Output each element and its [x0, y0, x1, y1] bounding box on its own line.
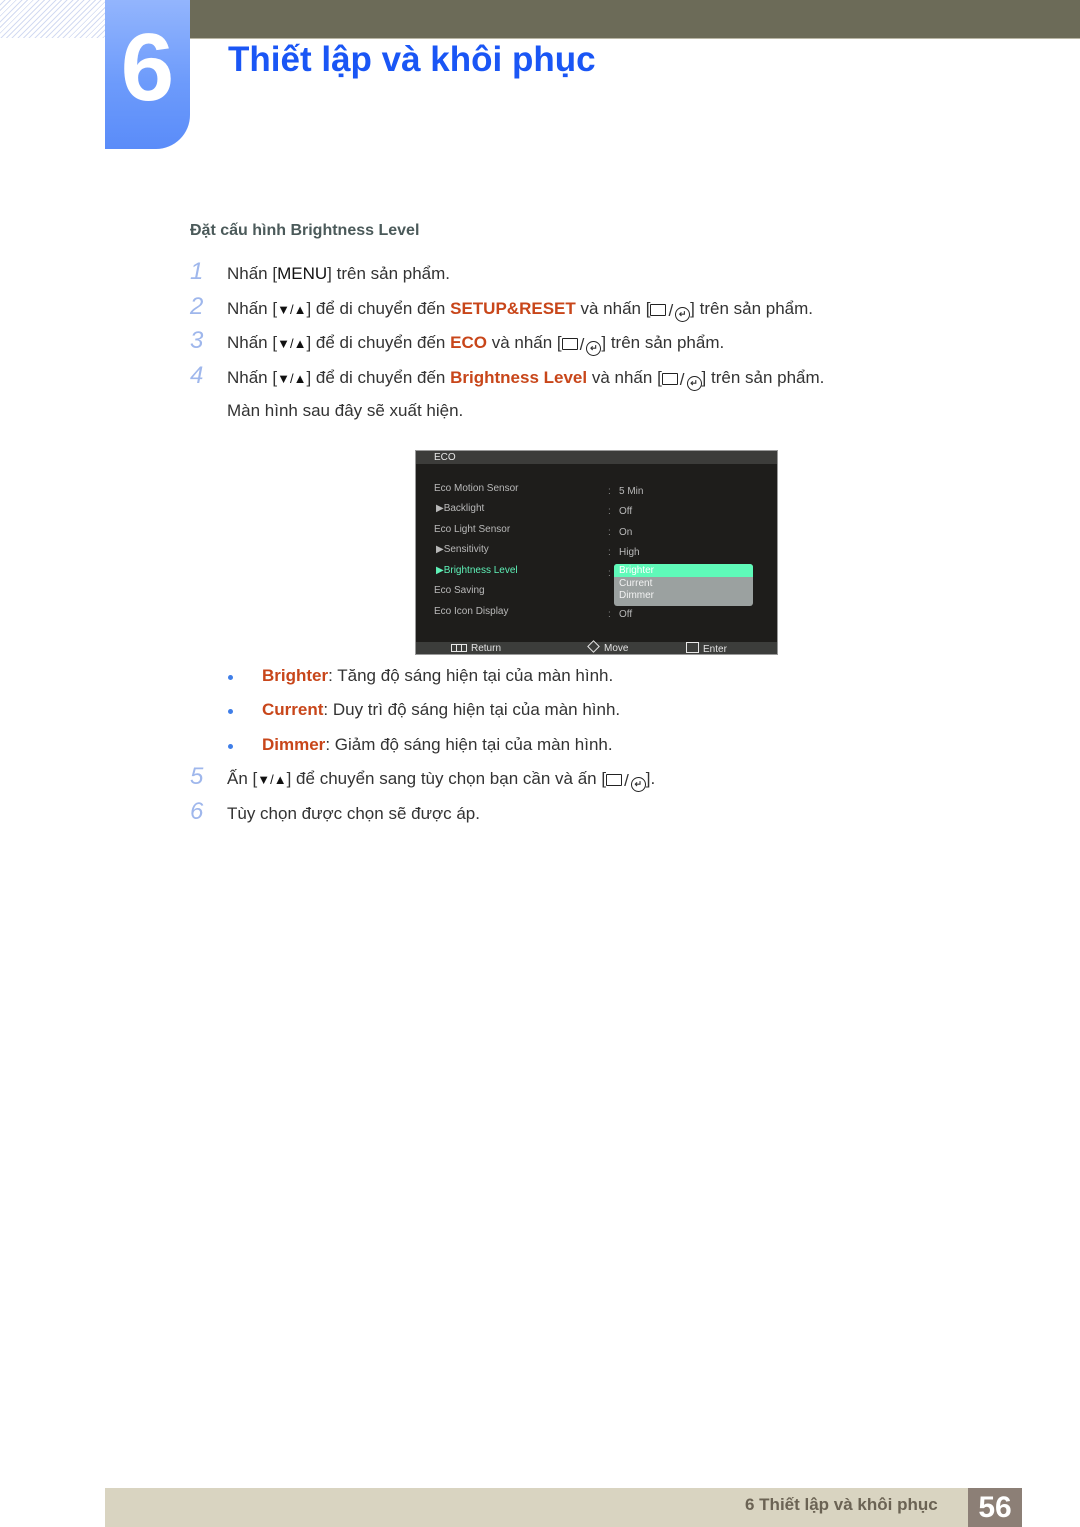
page-number: 56 — [968, 1488, 1022, 1527]
dropdown-option-current[interactable]: Current — [614, 577, 753, 590]
return-icon — [451, 644, 467, 652]
osd-value: : High — [608, 547, 640, 558]
step-text: Nhấn [▼/▲] để di chuyển đến Brightness L… — [227, 368, 825, 391]
up-down-arrow-icon: ▼/▲ — [277, 371, 307, 386]
step-number: 1 — [190, 258, 204, 285]
dropdown-option-brighter[interactable]: Brighter — [614, 564, 753, 577]
play-arrow-icon: ▶ — [436, 503, 444, 514]
top-bar — [190, 0, 1080, 39]
bullet-icon — [228, 709, 233, 714]
step-text: Tùy chọn được chọn sẽ được áp. — [227, 804, 480, 823]
osd-item-backlight[interactable]: ▶Backlight — [436, 503, 484, 514]
source-enter-icon: / ↵ — [650, 301, 691, 322]
osd-item-eco-motion-sensor[interactable]: Eco Motion Sensor — [434, 483, 519, 494]
osd-item-eco-icon-display[interactable]: Eco Icon Display — [434, 606, 508, 617]
osd-value: : On — [608, 527, 633, 538]
bullet-icon — [228, 675, 233, 680]
osd-item-eco-light-sensor[interactable]: Eco Light Sensor — [434, 524, 510, 535]
step-text: Ấn [▼/▲] để chuyển sang tùy chọn bạn cần… — [227, 769, 656, 792]
highlight-target: Brightness Level — [450, 368, 588, 387]
enter-icon — [686, 642, 699, 653]
chapter-number-tab: 6 — [105, 0, 190, 149]
source-enter-icon: / ↵ — [661, 370, 702, 391]
step-text: Nhấn [MENU] trên sản phẩm. — [227, 264, 450, 283]
osd-item-brightness-level[interactable]: ▶Brightness Level — [436, 565, 518, 576]
osd-enter[interactable]: Enter — [686, 642, 727, 656]
play-arrow-icon: ▶ — [436, 544, 444, 555]
osd-value: : Off — [608, 609, 633, 620]
osd-item-eco-saving[interactable]: Eco Saving — [434, 585, 485, 596]
osd-item-sensitivity[interactable]: ▶Sensitivity — [436, 544, 489, 555]
highlight-target: ECO — [450, 333, 487, 352]
osd-value: : Off — [608, 506, 633, 517]
up-down-arrow-icon: ▼/▲ — [277, 302, 307, 317]
step-number: 3 — [190, 327, 204, 354]
play-arrow-icon: ▶ — [436, 565, 444, 576]
osd-footer: Return Move Enter — [416, 640, 777, 656]
step-number: 6 — [190, 798, 204, 825]
chapter-number: 6 — [120, 14, 175, 121]
menu-key: MENU — [277, 264, 328, 283]
move-icon — [587, 640, 600, 653]
up-down-arrow-icon: ▼/▲ — [277, 336, 307, 351]
brightness-dropdown[interactable]: Brighter Current Dimmer — [614, 564, 753, 606]
footer-chapter-label: 6 Thiết lập và khôi phục — [745, 1495, 938, 1514]
step-text: Nhấn [▼/▲] để di chuyển đến SETUP&RESET … — [227, 299, 814, 322]
osd-header: ECO — [416, 451, 777, 464]
dropdown-option-dimmer[interactable]: Dimmer — [614, 589, 753, 602]
step-number: 2 — [190, 293, 204, 320]
source-enter-icon: / ↵ — [561, 335, 602, 356]
chapter-title: Thiết lập và khôi phục — [228, 40, 596, 79]
osd-value: :5 Min — [608, 486, 644, 497]
step-number: 4 — [190, 362, 204, 389]
step-text: Nhấn [▼/▲] để di chuyển đến ECO và nhấn … — [227, 333, 725, 356]
decorative-hatch — [0, 0, 105, 38]
osd-return[interactable]: Return — [451, 642, 501, 655]
highlight-target: SETUP&RESET — [450, 299, 576, 318]
eco-menu-osd: ECO Eco Motion Sensor ▶Backlight Eco Lig… — [415, 450, 778, 655]
source-enter-icon: / ↵ — [606, 771, 646, 792]
up-down-arrow-icon: ▼/▲ — [257, 772, 287, 787]
step-number: 5 — [190, 763, 204, 790]
section-title: Đặt cấu hình Brightness Level — [190, 222, 420, 239]
bullet-icon — [228, 744, 233, 749]
osd-move[interactable]: Move — [587, 640, 628, 655]
